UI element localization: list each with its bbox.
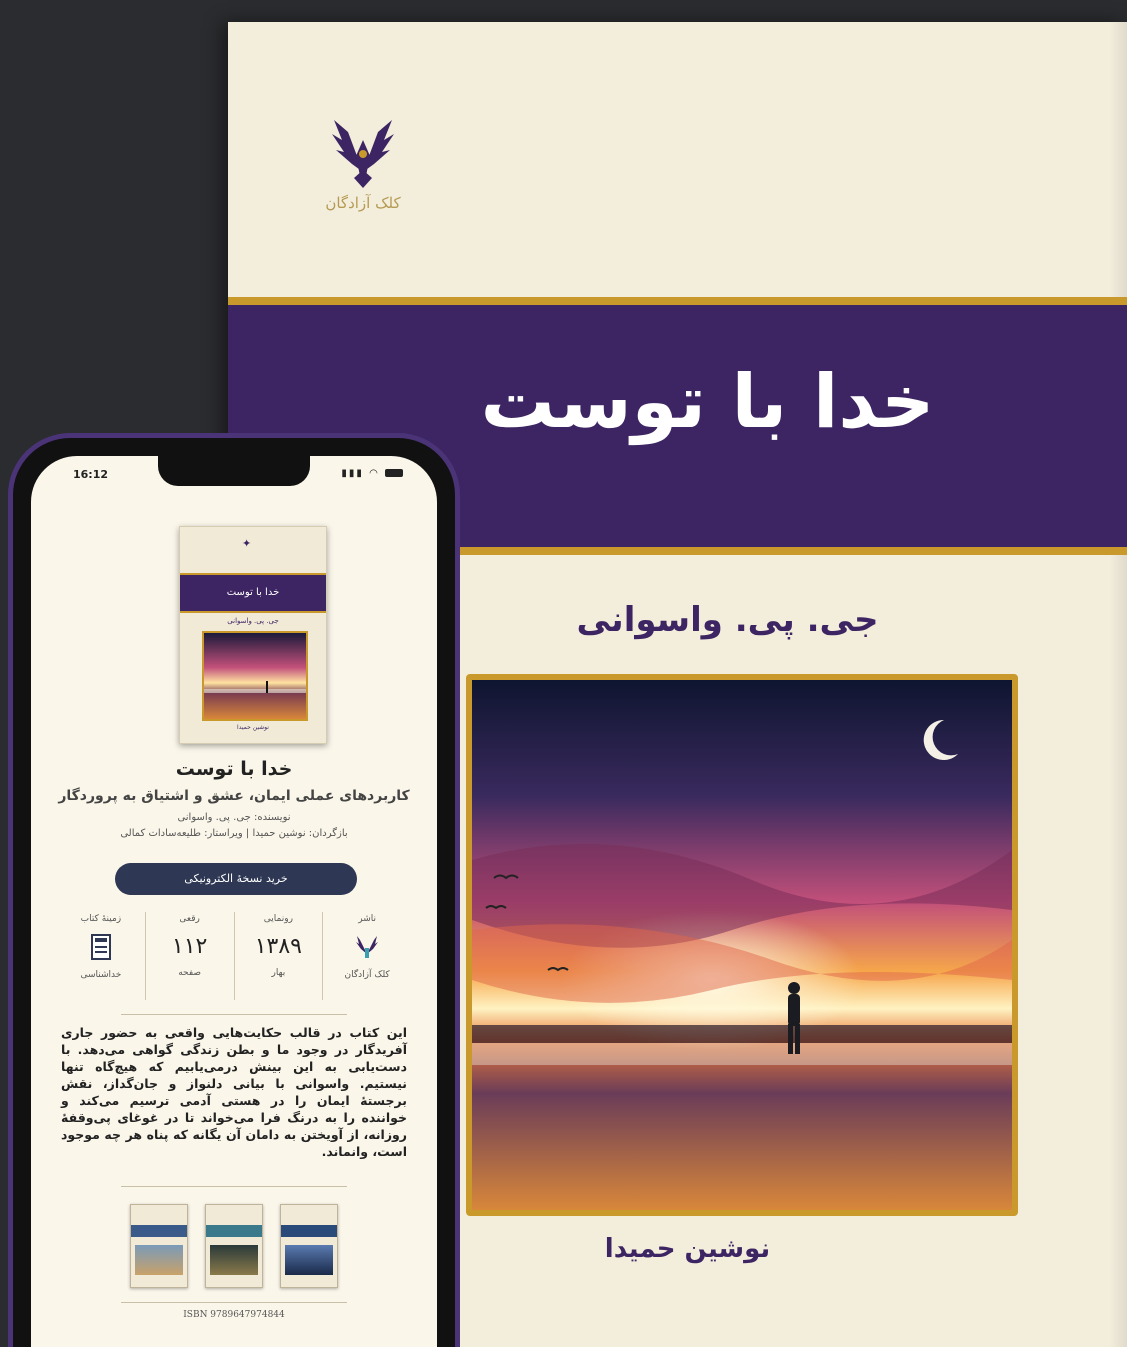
phone-notch [158, 456, 310, 486]
publisher-logo: کلک آزادگان [308, 110, 418, 212]
translator-line: بازگردان: نوشین حمیدا | ویراستار: طلیعه‌… [120, 828, 348, 839]
mini-author: جی. پی. واسوانی [227, 617, 279, 625]
stat-label: رونمایی [263, 914, 293, 924]
related-books [121, 1196, 347, 1296]
author-line: نویسنده: جی. پی. واسوانی [177, 812, 291, 823]
mini-logo-icon: ✦ [242, 537, 252, 550]
eagle-logo-icon [332, 120, 394, 188]
publisher-name: کلک آزادگان [325, 194, 401, 212]
divider [121, 1302, 347, 1303]
signal-icon: ▮▮▮ [341, 468, 364, 479]
related-photo [209, 1245, 258, 1275]
cover-shade [1109, 22, 1127, 1347]
mini-translator: نوشین حمیدا [237, 724, 269, 731]
stat-value: ۱۳۸۹ [254, 934, 302, 959]
mini-photo [202, 631, 308, 721]
book-description: این کتاب در قالب حکایت‌هایی واقعی به حضو… [61, 1025, 407, 1159]
status-time: 16:12 [73, 468, 109, 481]
wifi-icon: ◠ [369, 468, 380, 479]
mini-book-cover[interactable]: ✦ خدا با توست جی. پی. واسوانی نوشین حمید… [179, 526, 327, 744]
stat-sub: صفحه [178, 968, 202, 978]
related-band [205, 1225, 262, 1237]
stat-sub: خداشناسی [80, 970, 122, 980]
status-icons: ▮▮▮ ◠ [341, 468, 403, 479]
mini-title: خدا با توست [226, 587, 280, 598]
cover-photo [466, 674, 1018, 1216]
book-category-icon [90, 934, 111, 964]
related-band [281, 1225, 338, 1237]
stat-release: رونمایی ۱۳۸۹ بهار [235, 912, 324, 1000]
stat-label: رقعی [179, 914, 200, 924]
phone-screen: 16:12 ▮▮▮ ◠ ✦ خدا با توست جی. پی. واسوان… [31, 456, 437, 1347]
stat-format: رقعی ۱۱۲ صفحه [146, 912, 235, 1000]
divider [121, 1186, 347, 1187]
stat-value: ۱۱۲ [171, 934, 208, 959]
buy-ebook-button[interactable]: خرید نسخهٔ الکترونیکی [115, 863, 357, 895]
stat-label: زمینهٔ کتاب [80, 914, 122, 924]
related-book-1[interactable] [129, 1204, 188, 1288]
stat-category: زمینهٔ کتاب خداشناسی [57, 912, 146, 1000]
related-book-2[interactable] [204, 1204, 263, 1288]
book-title: خدا با توست [175, 758, 293, 780]
stat-publisher: ناشر کلک آزادگان [323, 912, 411, 1000]
isbn: ISBN 9789647974844 [183, 1310, 285, 1320]
mini-title-band: خدا با توست [180, 573, 326, 613]
book-subtitle: کاربردهای عملی ایمان، عشق و اشتیاق به پر… [58, 788, 410, 804]
related-photo [134, 1245, 183, 1275]
stat-sub: کلک آزادگان [344, 970, 390, 980]
publisher-logo-icon [356, 934, 379, 964]
related-band [130, 1225, 187, 1237]
related-photo [285, 1245, 334, 1275]
related-book-3[interactable] [280, 1204, 339, 1288]
battery-icon [385, 469, 403, 477]
book-stats: ناشر کلک آزادگان رونمایی ۱۳۸۹ بهار رقعی … [57, 912, 411, 1000]
phone-mockup: 16:12 ▮▮▮ ◠ ✦ خدا با توست جی. پی. واسوان… [8, 433, 460, 1347]
divider [121, 1014, 347, 1015]
stat-sub: بهار [271, 968, 286, 978]
stat-label: ناشر [358, 914, 376, 924]
